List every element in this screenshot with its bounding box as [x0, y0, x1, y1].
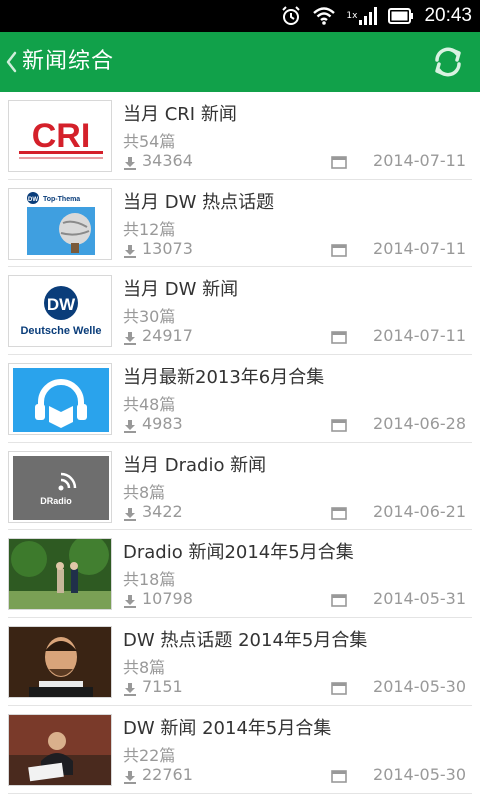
status-bar: 1x 20:43	[0, 0, 480, 32]
cri-logo-thumbnail: CRI	[8, 100, 112, 172]
download-icon	[124, 683, 136, 697]
download-count: 3422	[142, 501, 183, 521]
download-count: 10798	[142, 589, 193, 609]
item-count: 共18篇	[123, 570, 176, 590]
calendar-icon	[331, 506, 347, 520]
network-type-label: 1x	[346, 11, 358, 21]
download-count: 4983	[142, 414, 183, 434]
refresh-icon[interactable]	[430, 44, 466, 80]
item-count: 共8篇	[123, 482, 166, 502]
item-date: 2014-07-11	[373, 151, 466, 170]
item-title: 当月 DW 新闻	[123, 279, 239, 301]
status-time: 20:43	[424, 5, 472, 26]
chevron-left-icon[interactable]	[4, 50, 18, 74]
signal-icon: 1x	[346, 6, 378, 26]
item-count: 共30篇	[123, 307, 176, 327]
item-count: 共22篇	[123, 745, 176, 765]
item-date: 2014-07-11	[373, 238, 466, 258]
svg-text:CRI: CRI	[32, 117, 91, 155]
download-icon	[124, 332, 136, 346]
news-photo-thumbnail	[8, 538, 112, 611]
item-title: DW 新闻 2014年5月合集	[123, 717, 332, 739]
list-item[interactable]: 当月最新2013年6月合集 共48篇 4983 2014-06-28	[8, 355, 472, 443]
item-title: 当月 Dradio 新闻	[123, 454, 267, 476]
download-icon	[124, 420, 136, 434]
wifi-icon	[312, 6, 336, 26]
audiobook-thumbnail	[8, 363, 112, 436]
item-title: 当月最新2013年6月合集	[123, 367, 325, 389]
news-photo-thumbnail	[8, 713, 112, 786]
list-item[interactable]: DW 新闻 2014年5月合集 共22篇 22761 2014-05-30	[8, 706, 472, 794]
dw-caption: Deutsche Welle	[20, 325, 101, 337]
app-bar: 新闻综合	[0, 32, 480, 92]
download-count: 7151	[142, 677, 183, 697]
list-item[interactable]: DW Top-Thema 当月 DW 热点话题 共12篇 13073 2014-…	[8, 180, 472, 268]
portrait-thumbnail	[8, 626, 112, 699]
dradio-logo-thumbnail: DRadio	[8, 450, 112, 523]
svg-text:DW: DW	[47, 295, 76, 314]
deutsche-welle-logo-thumbnail: DW Deutsche Welle	[8, 275, 112, 348]
item-title: Dradio 新闻2014年5月合集	[123, 542, 354, 564]
battery-icon	[388, 8, 414, 24]
download-count: 24917	[142, 326, 193, 346]
download-icon	[124, 507, 136, 521]
list-item[interactable]: Dradio 新闻2014年5月合集 共18篇 10798 2014-05-31	[8, 530, 472, 619]
svg-text:DW: DW	[28, 197, 38, 203]
calendar-icon	[331, 156, 347, 169]
dw-top-thema-thumbnail: DW Top-Thema	[8, 187, 112, 260]
calendar-icon	[331, 419, 347, 432]
calendar-icon	[331, 682, 347, 695]
item-date: 2014-05-30	[373, 764, 466, 784]
calendar-icon	[331, 331, 347, 345]
list-item[interactable]: DW Deutsche Welle 当月 DW 新闻 共30篇 24917 20…	[8, 267, 472, 356]
item-count: 共48篇	[123, 395, 176, 415]
status-icons: 1x 20:43	[280, 0, 472, 32]
dradio-caption: DRadio	[40, 496, 72, 506]
item-count: 共54篇	[123, 132, 176, 151]
download-icon	[124, 157, 136, 170]
page-title[interactable]: 新闻综合	[22, 32, 114, 92]
item-date: 2014-05-31	[373, 589, 466, 609]
download-count: 34364	[142, 151, 193, 170]
download-icon	[124, 244, 136, 258]
download-icon	[124, 595, 136, 609]
list-item[interactable]: CRI 当月 CRI 新闻 共54篇 34364 2014-07-11	[8, 92, 472, 180]
item-title: 当月 DW 热点话题	[123, 191, 275, 213]
item-date: 2014-06-28	[373, 414, 466, 434]
calendar-icon	[331, 243, 347, 257]
download-count: 22761	[142, 764, 193, 784]
item-date: 2014-05-30	[373, 677, 466, 697]
item-date: 2014-07-11	[373, 326, 466, 346]
download-count: 13073	[142, 238, 193, 258]
calendar-icon	[331, 770, 347, 783]
item-title: DW 热点话题 2014年5月合集	[123, 630, 368, 652]
item-title: 当月 CRI 新闻	[123, 104, 237, 125]
list-item[interactable]: DW 热点话题 2014年5月合集 共8篇 7151 2014-05-30	[8, 618, 472, 706]
podcast-list: CRI 当月 CRI 新闻 共54篇 34364 2014-07-11 DW T…	[0, 92, 480, 794]
calendar-icon	[331, 594, 347, 608]
alarm-icon	[280, 5, 302, 27]
download-icon	[124, 770, 136, 784]
item-date: 2014-06-21	[373, 501, 466, 521]
item-count: 共12篇	[123, 219, 176, 239]
item-count: 共8篇	[123, 658, 166, 678]
dw-top-label: Top-Thema	[43, 196, 80, 203]
list-item[interactable]: DRadio 当月 Dradio 新闻 共8篇 3422 2014-06-21	[8, 443, 472, 531]
